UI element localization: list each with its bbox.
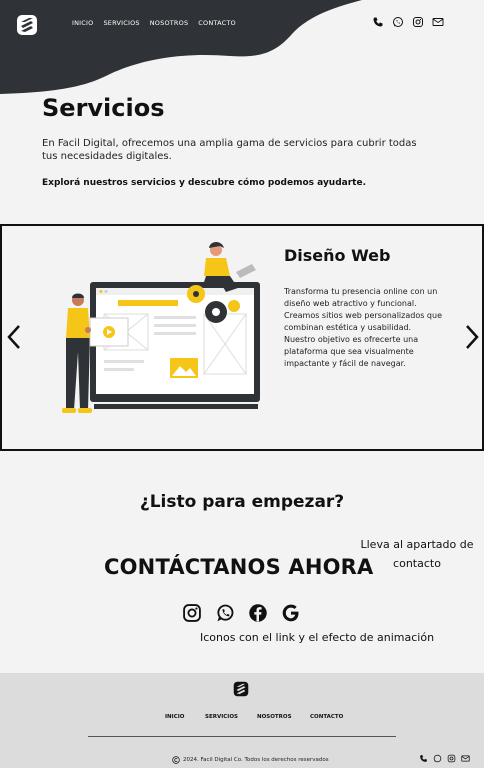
instagram-icon[interactable] [412, 16, 424, 28]
nav-link-servicios[interactable]: SERVICIOS [103, 19, 139, 27]
google-icon[interactable] [281, 603, 301, 623]
main-nav: INICIO SERVICIOS NOSOTROS CONTACTO [72, 19, 236, 27]
cta-social-links [182, 603, 301, 623]
footer-link-inicio[interactable]: INICIO [165, 714, 184, 720]
footer-link-servicios[interactable]: SERVICIOS [205, 714, 238, 720]
services-intro-text: En Facil Digital, ofrecemos una amplia g… [42, 138, 417, 162]
header-social-links [372, 16, 444, 28]
footer-divider [88, 736, 396, 737]
site-footer: INICIO SERVICIOS NOSOTROS CONTACTO 2024.… [0, 673, 484, 768]
services-explore-text: Explorá nuestros servicios y descubre có… [42, 178, 366, 188]
web-design-illustration [62, 242, 260, 413]
nav-link-nosotros[interactable]: NOSOTROS [150, 19, 189, 27]
facil-digital-logo[interactable] [16, 14, 38, 36]
contact-now-link[interactable]: CONTÁCTANOS AHORA [104, 555, 374, 579]
carousel-prev-arrow-icon[interactable] [6, 324, 22, 350]
service-description: Transforma tu presencia online con un di… [284, 287, 442, 368]
footer-social-links [419, 754, 470, 763]
copyright-text: 2024. Facil Digital Co. Todos los derech… [183, 757, 329, 763]
mail-icon[interactable] [461, 754, 470, 763]
footer-logo[interactable] [233, 681, 249, 697]
phone-icon[interactable] [419, 754, 428, 763]
site-header: INICIO SERVICIOS NOSOTROS CONTACTO [0, 0, 484, 96]
footer-link-contacto[interactable]: CONTACTO [310, 714, 343, 720]
services-carousel: Diseño Web Transforma tu presencia onlin… [0, 224, 484, 451]
copyright-icon [172, 756, 180, 764]
ready-heading: ¿Listo para empezar? [139, 492, 345, 512]
footer-link-nosotros[interactable]: NOSOTROS [257, 714, 292, 720]
phone-icon[interactable] [372, 16, 384, 28]
page-title: Servicios [42, 94, 165, 122]
header-wave-shape [0, 0, 362, 94]
service-title: Diseño Web [284, 246, 391, 265]
footer-copyright: 2024. Facil Digital Co. Todos los derech… [172, 756, 329, 764]
nav-link-contacto[interactable]: CONTACTO [198, 19, 236, 27]
facebook-icon[interactable] [248, 603, 268, 623]
instagram-icon[interactable] [182, 603, 202, 623]
whatsapp-icon[interactable] [433, 754, 442, 763]
instagram-icon[interactable] [447, 754, 456, 763]
whatsapp-icon[interactable] [215, 603, 235, 623]
nav-link-inicio[interactable]: INICIO [72, 19, 93, 27]
carousel-next-arrow-icon[interactable] [464, 324, 480, 350]
mail-icon[interactable] [432, 16, 444, 28]
whatsapp-icon[interactable] [392, 16, 404, 28]
annotation-contact-link: Lleva al apartado de contacto [360, 538, 474, 570]
annotation-icons-animation: Iconos con el link y el efecto de animac… [200, 631, 435, 644]
